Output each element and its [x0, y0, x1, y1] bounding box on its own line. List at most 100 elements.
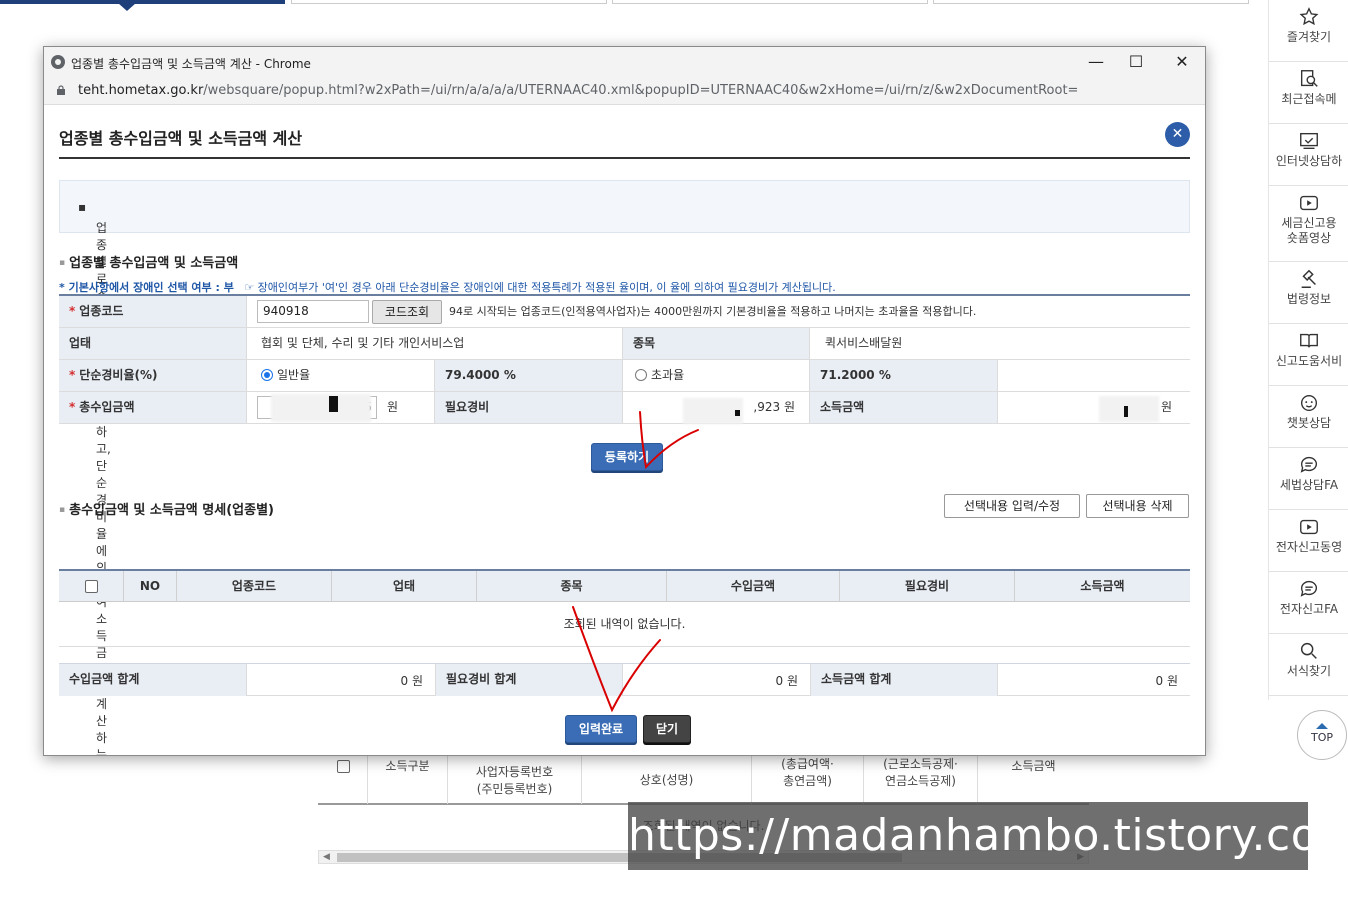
radio-checked-icon[interactable]: [261, 369, 273, 381]
notice-text: ▪ 업종별로 수입금액을 세분화하고, 단순경비율에 의하여 소득금액을 계산하…: [78, 200, 111, 755]
row-industry-code: * 업종코드 940918 코드조회 94로 시작되는 업종코드(인적용역사업자)…: [59, 296, 1190, 328]
industry-code-input[interactable]: 940918: [257, 300, 369, 323]
sidebar-item-tax-faq[interactable]: 세법상담FA: [1269, 448, 1348, 510]
watermark: https://madanhambo.tistory.com: [628, 802, 1308, 870]
sidebar-label: 전자신고FA: [1279, 602, 1339, 616]
redacted-area: [1099, 396, 1159, 422]
header-total-salary: (총급여액· 총연금액): [752, 754, 864, 804]
excess-rate-value: 71.2000 %: [810, 360, 998, 391]
section-title-calc: 업종별 총수입금액 및 소득금액: [59, 252, 238, 271]
section-title-list: 총수입금액 및 소득금액 명세(업종별): [59, 499, 274, 518]
popup-content: 업종별 총수입금액 및 소득금액 계산 ✕ ▪ 업종별로 수입금액을 세분화하고…: [44, 106, 1205, 755]
minimize-button[interactable]: —: [1076, 51, 1116, 73]
video-play-icon: [1300, 195, 1318, 211]
top-label: TOP: [1310, 731, 1333, 744]
sidebar-item-e-filing-video[interactable]: 전자신고동영: [1269, 510, 1348, 572]
excess-rate-radio[interactable]: 초과율: [625, 360, 810, 391]
grid-header-income: 소득금액: [1080, 579, 1125, 593]
grid-header-no: NO: [124, 571, 177, 602]
star-icon: [1299, 7, 1319, 26]
code-lookup-button[interactable]: 코드조회: [372, 300, 442, 324]
address-bar[interactable]: teht.hometax.go.kr/websquare/popup.html?…: [44, 77, 1205, 105]
background-income-table-header: 소득구분 사업자등록번호 (주민등록번호) 상호(성명) (총급여액· 총연금액…: [318, 754, 1089, 805]
maximize-button[interactable]: ☐: [1116, 51, 1156, 73]
redaction-mark: [735, 410, 740, 416]
scroll-left-icon[interactable]: ◀: [323, 852, 330, 862]
sidebar-item-law[interactable]: 법령정보: [1269, 262, 1348, 324]
totals-row: 수입금액 합계 0 원 필요경비 합계 0 원 소득금액 합계 0 원: [59, 663, 1190, 696]
industry-code-note: 94로 시작되는 업종코드(인적용역사업자)는 4000만원까지 기본경비율을 …: [449, 305, 977, 318]
industry-code-label: * 업종코드: [59, 296, 247, 327]
popup-window: 업종별 총수입금액 및 소득금액 계산 - Chrome — ☐ ✕ teht.…: [43, 46, 1206, 756]
redacted-area: [271, 394, 371, 422]
redacted-area: [683, 398, 743, 424]
window-title: 업종별 총수입금액 및 소득금액 계산 - Chrome: [71, 57, 311, 71]
radio-unchecked-icon[interactable]: [635, 369, 647, 381]
income-amount-label: 소득금액: [810, 392, 998, 423]
monitor-check-icon: [1300, 132, 1318, 150]
grid-header-revenue: 수입금액: [667, 571, 840, 602]
popup-close-button[interactable]: ✕: [1165, 122, 1190, 147]
total-expense-label: 필요경비 합계: [435, 664, 623, 696]
header-business-number: 사업자등록번호 (주민등록번호): [448, 754, 582, 804]
total-income-sum-value: 0 원: [1155, 674, 1179, 688]
globe-icon: [51, 55, 65, 69]
window-close-button[interactable]: ✕: [1162, 51, 1202, 73]
business-type-label: 업태: [59, 328, 247, 359]
sidebar-item-help[interactable]: 신고도움서비: [1269, 324, 1348, 386]
select-all-checkbox[interactable]: [337, 760, 350, 773]
income-detail-grid-header: NO 업종코드 업태 종목 수입금액 필요경비 소득금액: [59, 569, 1190, 602]
scroll-top-button[interactable]: TOP: [1297, 710, 1347, 760]
business-type-value: 협회 및 단체, 수리 및 기타 개인서비스업: [251, 328, 623, 359]
popup-title: 업종별 총수입금액 및 소득금액 계산: [59, 129, 303, 148]
background-tab[interactable]: [291, 0, 607, 4]
chat-bubble-icon: [1300, 456, 1318, 473]
sidebar-item-online-consult[interactable]: 인터넷상담하: [1269, 124, 1348, 186]
row-total-income: *총수입금액 125 원 필요경비 ,923 원 소득금액 원: [59, 392, 1190, 424]
total-revenue-value: 0 원: [400, 674, 424, 688]
sidebar-label: 세금신고용: [1281, 216, 1337, 230]
disability-note: ☞ 장애인여부가 '여'인 경우 아래 단순경비율은 장애인에 대한 적용특례가…: [244, 281, 836, 294]
sidebar-label: 인터넷상담하: [1275, 154, 1343, 168]
book-icon: [1300, 333, 1318, 348]
sidebar-label: 최근접속메: [1281, 92, 1337, 106]
url-text: teht.hometax.go.kr/websquare/popup.html?…: [78, 83, 1078, 98]
item-value: 퀵서비스배달원: [825, 336, 903, 350]
arrow-up-icon: [1316, 723, 1328, 729]
gavel-icon: [1301, 269, 1316, 288]
title-divider: [59, 157, 1190, 159]
sidebar-item-favorites[interactable]: 즐겨찾기: [1269, 0, 1348, 62]
input-complete-button[interactable]: 입력완료: [565, 715, 637, 743]
background-tab[interactable]: [612, 0, 928, 4]
lock-icon: [57, 85, 65, 95]
delete-selected-button[interactable]: 선택내용 삭제: [1086, 494, 1189, 518]
edit-selected-button[interactable]: 선택내용 입력/수정: [944, 494, 1080, 518]
sidebar-label: 세법상담FA: [1279, 478, 1339, 492]
register-button[interactable]: 등록하기: [591, 443, 663, 471]
header-income-type: 소득구분: [368, 754, 448, 804]
disability-info: * 기본사항에서 장애인 선택 여부 : 부 ☞ 장애인여부가 '여'인 경우 …: [59, 279, 836, 295]
window-title-bar: 업종별 총수입금액 및 소득금액 계산 - Chrome — ☐ ✕: [44, 47, 1205, 77]
income-amount-value: 원: [1160, 400, 1172, 414]
total-income-sum-label: 소득금액 합계: [810, 664, 998, 696]
header-company-name: 상호(성명): [582, 754, 752, 804]
close-button[interactable]: 닫기: [643, 715, 691, 743]
general-rate-radio[interactable]: 일반율: [251, 360, 435, 391]
sidebar-label: 즐겨찾기: [1286, 30, 1332, 44]
recent-search-icon: [1300, 70, 1318, 87]
header-income-amount: 소득금액: [1011, 759, 1056, 773]
grid-header-business: 업태: [332, 571, 477, 602]
sidebar-item-chatbot[interactable]: 챗봇상담: [1269, 386, 1348, 448]
sidebar-label: 숏폼영상: [1286, 231, 1332, 245]
url-domain: teht.hometax.go.kr: [78, 83, 204, 98]
background-tab[interactable]: [933, 0, 1249, 4]
sidebar-item-recent[interactable]: 최근접속메: [1269, 62, 1348, 124]
grid-select-all-checkbox[interactable]: [85, 580, 98, 593]
redaction-mark: [329, 396, 338, 412]
sidebar-item-shorts[interactable]: 세금신고용 숏폼영상: [1269, 186, 1348, 262]
grid-header-expenses: 필요경비: [840, 571, 1015, 602]
sidebar-item-form-search[interactable]: 서식찾기: [1269, 634, 1348, 696]
chatbot-icon: [1300, 394, 1318, 412]
sidebar-item-e-filing-faq[interactable]: 전자신고FA: [1269, 572, 1348, 634]
expenses-label: 필요경비: [435, 392, 623, 423]
